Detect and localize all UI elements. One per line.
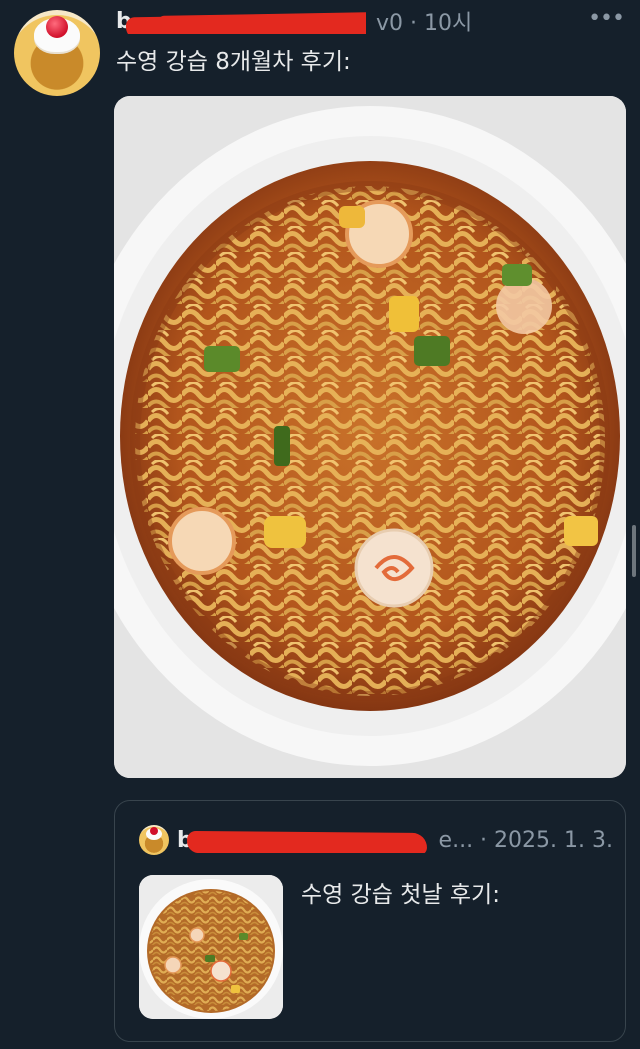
quote-avatar-cherry (150, 827, 158, 835)
tweet-photo[interactable] (114, 96, 626, 778)
quote-avatar[interactable] (139, 825, 169, 855)
scrollbar[interactable] (632, 525, 636, 577)
quote-text: 수영 강습 첫날 후기: (301, 882, 500, 908)
tweet[interactable]: b v0 · 10시 ••• 수영 강습 8개월차 후기: b e... · 2… (0, 0, 640, 1049)
quote-redaction-mark (186, 830, 428, 853)
avatar-cherry (46, 16, 68, 38)
quote-header: b e... · 2025. 1. 3. (177, 825, 613, 855)
quote-meta[interactable]: e... · 2025. 1. 3. (439, 828, 613, 853)
author-name[interactable]: b (116, 9, 366, 34)
ramen-cup-photo (114, 96, 626, 778)
ramen-cup-thumbnail (139, 875, 283, 1019)
redaction-mark (125, 12, 366, 34)
tweet-text: 수영 강습 8개월차 후기: (116, 49, 351, 75)
quote-author-name[interactable]: b (177, 828, 429, 853)
quoted-tweet[interactable]: b e... · 2025. 1. 3. 수영 강습 첫날 후기: (114, 800, 626, 1042)
quote-thumbnail[interactable] (139, 875, 283, 1019)
avatar[interactable] (14, 10, 100, 96)
tweet-header: b v0 · 10시 ••• (116, 5, 625, 37)
tweet-meta[interactable]: v0 · 10시 (376, 5, 472, 37)
more-dots-icon[interactable]: ••• (588, 6, 625, 31)
